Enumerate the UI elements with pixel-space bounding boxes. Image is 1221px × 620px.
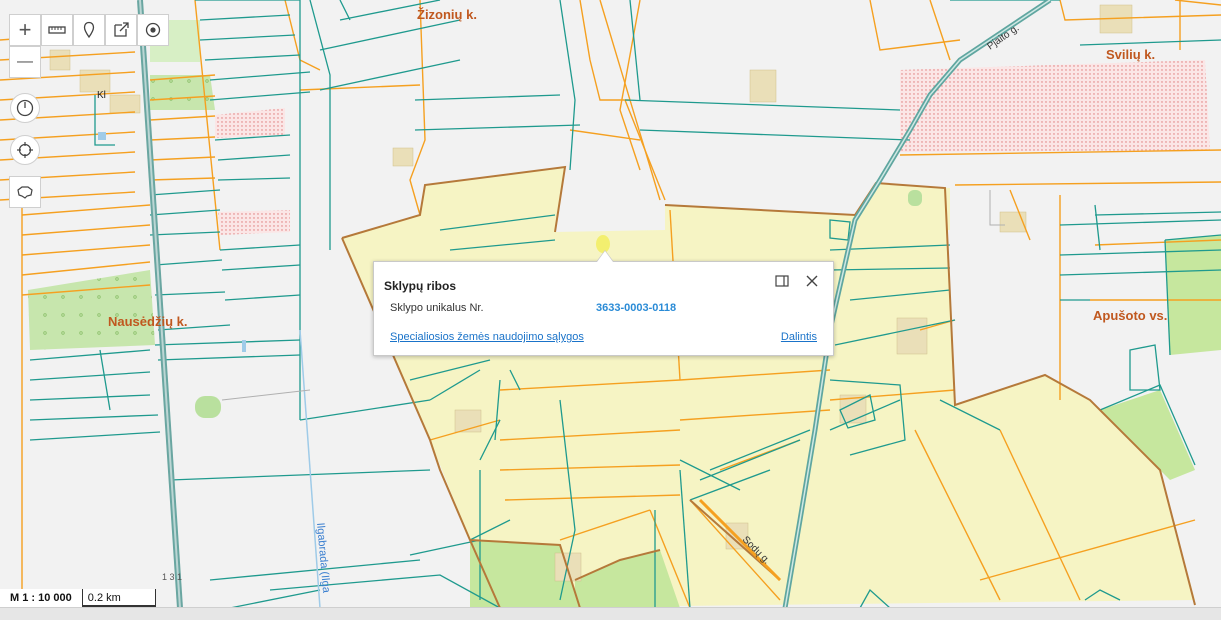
close-icon[interactable] bbox=[804, 273, 820, 289]
layers-button[interactable] bbox=[137, 14, 169, 46]
clock-icon bbox=[16, 99, 34, 117]
scale-bar: 0.2 km bbox=[81, 589, 156, 607]
scale-ratio: M 1 : 10 000 bbox=[0, 589, 82, 607]
history-button[interactable] bbox=[10, 93, 40, 123]
label-nausedziu: Nausėdžių k. bbox=[108, 314, 187, 329]
crosshair-icon bbox=[17, 142, 33, 158]
country-outline-icon bbox=[17, 186, 33, 199]
ruler-icon bbox=[48, 26, 66, 34]
map-toolbar: + — bbox=[9, 14, 169, 208]
pin-icon bbox=[83, 21, 95, 39]
zoom-in-button[interactable]: + bbox=[9, 14, 41, 46]
label-sviliu: Svilių k. bbox=[1106, 47, 1155, 62]
label-apusoto: Apušoto vs. bbox=[1093, 308, 1167, 323]
measure-button[interactable] bbox=[41, 14, 73, 46]
export-button[interactable] bbox=[105, 14, 137, 46]
parcel-popup: Sklypų ribos Sklypo unikalus Nr. 3633-00… bbox=[373, 250, 834, 356]
tool-row-top: + bbox=[9, 14, 169, 46]
parcel-id-label: Sklypo unikalus Nr. bbox=[390, 302, 484, 314]
label-zizoniu: Žizonių k. bbox=[417, 7, 477, 22]
parcel-id-value: 3633-0003-0118 bbox=[596, 302, 677, 314]
share-link[interactable]: Dalintis bbox=[781, 331, 817, 343]
marker-button[interactable] bbox=[73, 14, 105, 46]
target-icon bbox=[145, 22, 161, 38]
zoom-out-button[interactable]: — bbox=[9, 46, 41, 78]
label-road-number: 1 3 1 bbox=[162, 572, 182, 582]
bottom-status-bar bbox=[0, 607, 1221, 620]
country-extent-button[interactable] bbox=[9, 176, 41, 208]
land-use-conditions-link[interactable]: Specialiosios žemės naudojimo sąlygos bbox=[390, 331, 584, 343]
export-icon bbox=[114, 22, 129, 37]
locate-button[interactable] bbox=[10, 135, 40, 165]
popup-title: Sklypų ribos bbox=[384, 279, 457, 293]
dock-panel-icon[interactable] bbox=[774, 273, 790, 289]
map-scale: M 1 : 10 000 0.2 km bbox=[0, 589, 156, 607]
